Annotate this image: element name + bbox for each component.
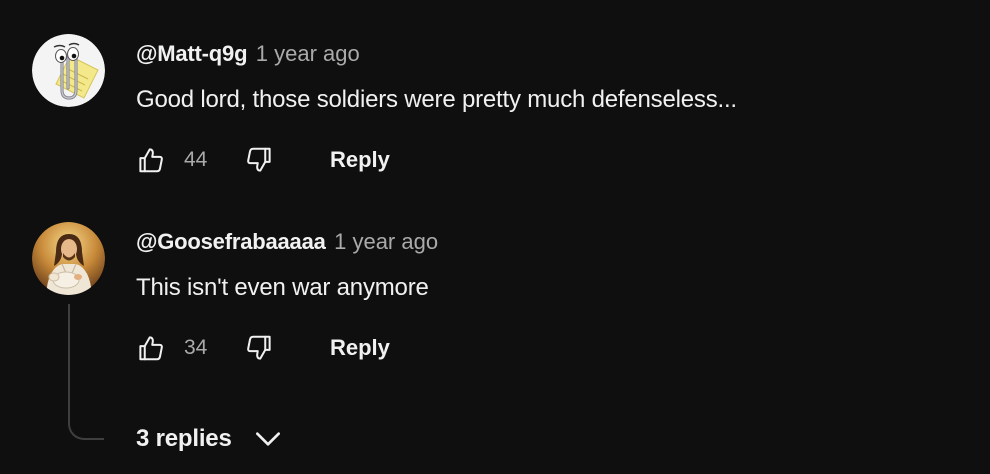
- reply-button[interactable]: Reply: [330, 146, 390, 174]
- comment-actions: 34 Reply: [136, 330, 536, 366]
- avatar[interactable]: [32, 222, 105, 295]
- like-count: 34: [184, 336, 208, 359]
- like-button[interactable]: [136, 333, 166, 363]
- comment-header: @Matt-q9g 1 year ago: [136, 40, 360, 71]
- author-name[interactable]: @Goosefrabaaaaa: [136, 229, 326, 254]
- thumbs-up-icon: [139, 148, 163, 173]
- thumbs-down-icon: [247, 335, 271, 360]
- comment-actions: 44 Reply: [136, 142, 536, 178]
- timestamp[interactable]: 1 year ago: [256, 41, 360, 66]
- thumbs-up-icon: [139, 336, 163, 361]
- view-replies-button[interactable]: 3 replies: [136, 422, 284, 456]
- like-button[interactable]: [136, 145, 166, 175]
- comment-header: @Goosefrabaaaaa 1 year ago: [136, 228, 438, 259]
- avatar[interactable]: [32, 34, 105, 107]
- comment-text: Good lord, those soldiers were pretty mu…: [136, 86, 737, 113]
- chevron-down-icon: [255, 432, 280, 446]
- author-name[interactable]: @Matt-q9g: [136, 41, 248, 66]
- dislike-button[interactable]: [244, 145, 274, 175]
- timestamp[interactable]: 1 year ago: [334, 229, 438, 254]
- replies-count-label: 3 replies: [136, 425, 232, 452]
- thread-connector-line: [68, 304, 104, 440]
- comment-text: This isn't even war anymore: [136, 274, 429, 301]
- reply-button[interactable]: Reply: [330, 334, 390, 362]
- painting-portrait-icon: [32, 222, 105, 295]
- like-count: 44: [184, 148, 208, 171]
- dislike-button[interactable]: [244, 333, 274, 363]
- thumbs-down-icon: [247, 147, 271, 172]
- paperclip-assistant-icon: [32, 34, 105, 107]
